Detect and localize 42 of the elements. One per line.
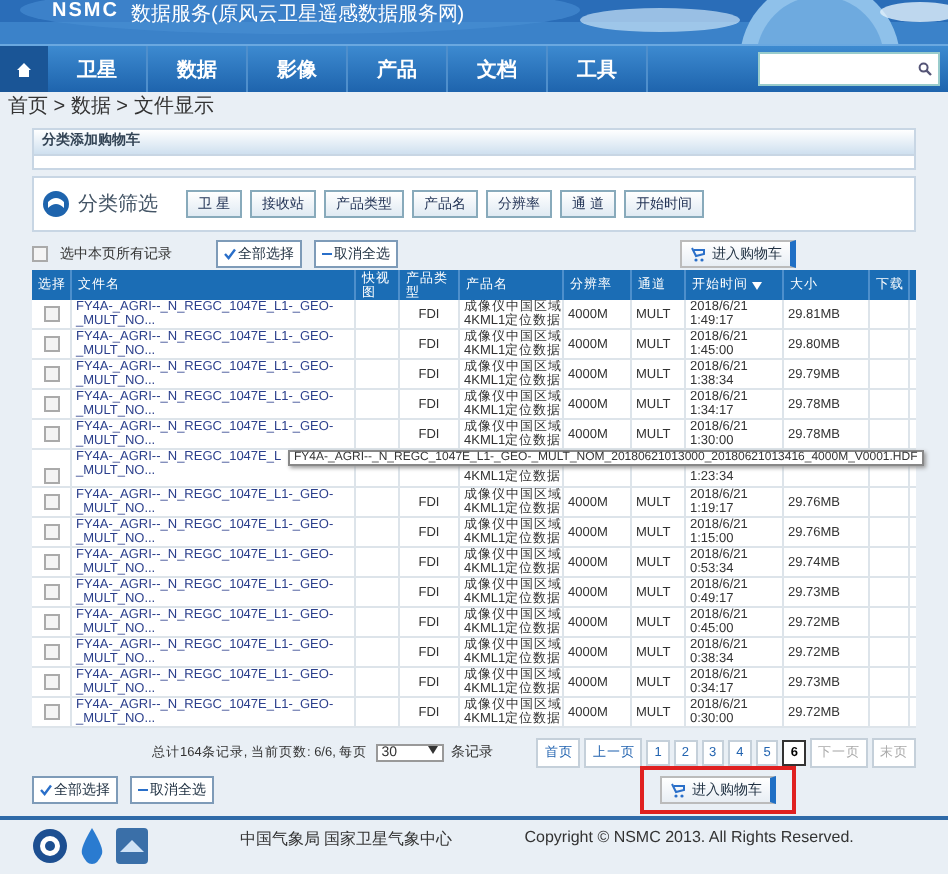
cart-icon: [690, 246, 706, 262]
checkbox[interactable]: [43, 674, 59, 690]
nav-tab[interactable]: 数据: [148, 46, 248, 92]
minus-icon: [322, 248, 332, 260]
copyright: Copyright © NSMC 2013. All Rights Reserved.: [524, 828, 854, 846]
checkbox[interactable]: [43, 554, 59, 570]
checkbox[interactable]: [43, 704, 59, 720]
checkbox[interactable]: [43, 584, 59, 600]
nav-tab[interactable]: 卫星: [48, 46, 148, 92]
nav-tab[interactable]: 文档: [448, 46, 548, 92]
checkbox[interactable]: [43, 644, 59, 660]
badge-icon: [116, 828, 148, 864]
home-button[interactable]: [0, 46, 48, 92]
emblem-icon: [32, 828, 68, 864]
checkbox[interactable]: [43, 494, 59, 510]
nav-tab[interactable]: 工具: [548, 46, 648, 92]
checkbox[interactable]: [43, 366, 59, 382]
water-drop-icon: [80, 828, 104, 864]
check-icon: [40, 784, 52, 796]
sort-icon: [752, 281, 762, 289]
check-icon: [224, 248, 236, 260]
checkbox[interactable]: [43, 468, 59, 484]
search-icon: [918, 62, 932, 76]
checkbox[interactable]: [43, 614, 59, 630]
organization-name: 中国气象局 国家卫星气象中心: [240, 828, 453, 850]
nav-tab[interactable]: 影像: [248, 46, 348, 92]
checkbox[interactable]: [43, 426, 59, 442]
checkbox[interactable]: [43, 524, 59, 540]
checkbox[interactable]: [43, 306, 59, 322]
checkbox[interactable]: [32, 246, 48, 262]
checkbox[interactable]: [43, 396, 59, 412]
caret-icon: [427, 745, 438, 753]
minus-icon: [138, 784, 148, 796]
site-title: 数据服务(原风云卫星遥感数据服务网): [130, 1, 465, 28]
checkbox[interactable]: [43, 336, 59, 352]
cart-icon: [670, 782, 686, 798]
search-field[interactable]: [758, 52, 940, 86]
breadcrumb: 首页 > 数据 > 文件显示: [6, 93, 216, 122]
home-icon: [16, 61, 32, 77]
filter-title: 分类筛选: [78, 191, 158, 218]
nav-tab[interactable]: 产品: [348, 46, 448, 92]
site-logo: NSMC: [52, 0, 119, 22]
